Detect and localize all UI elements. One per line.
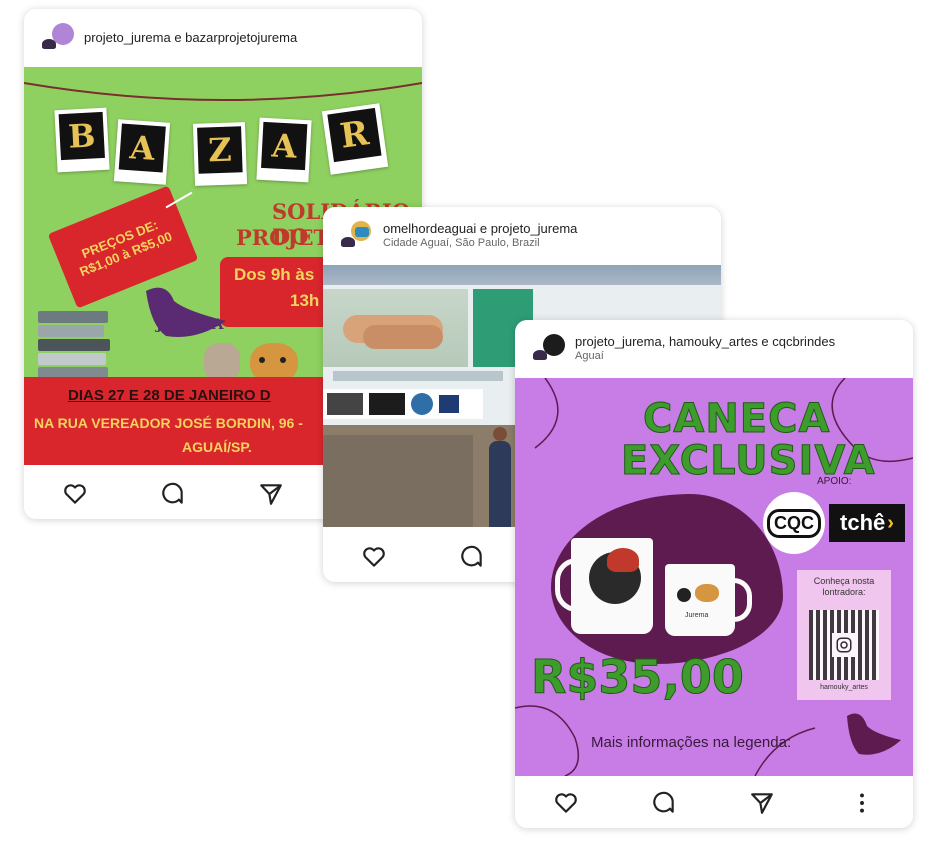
post-header: projeto_jurema e bazarprojetojurema: [24, 9, 422, 67]
share-icon: [260, 484, 282, 505]
heart-icon: [363, 547, 385, 567]
post-image-caneca: CANECA EXCLUSIVA APOIO: CQC tchê › Jurem…: [515, 378, 913, 776]
heart-icon: [64, 484, 86, 504]
qr-card: Conheça nosta lontradora: hamouky_artes: [797, 570, 891, 700]
mug-large: [555, 538, 653, 634]
post-actions: [515, 776, 913, 828]
share-button[interactable]: [258, 481, 284, 507]
handshake-image: [323, 289, 468, 367]
post-header: projeto_jurema, hamouky_artes e cqcbrind…: [515, 320, 913, 378]
price-label: R$35,00: [531, 650, 745, 705]
letter-card: A: [256, 117, 312, 183]
more-options-button[interactable]: [849, 790, 875, 816]
jurema-logo-icon: [847, 713, 901, 755]
like-button[interactable]: [361, 544, 387, 570]
post-username[interactable]: projeto_jurema, hamouky_artes e cqcbrind…: [575, 334, 835, 350]
comment-icon: [162, 482, 183, 504]
cat-image: [204, 343, 240, 379]
like-button[interactable]: [553, 790, 579, 816]
post-location[interactable]: Cidade Aguaí, São Paulo, Brazil: [383, 237, 577, 250]
more-icon: [860, 793, 864, 813]
post-header: omelhordeaguai e projeto_jurema Cidade A…: [323, 207, 721, 265]
avatar[interactable]: [40, 21, 74, 55]
avatar[interactable]: [531, 332, 565, 366]
heart-icon: [555, 793, 577, 813]
clothes-stack: [38, 311, 110, 379]
caption-hint: Mais informações na legenda:: [591, 734, 792, 751]
mug-small: Jurema: [665, 564, 752, 636]
comment-button[interactable]: [459, 544, 485, 570]
sponsor-cqc-logo: CQC: [763, 492, 825, 554]
comment-button[interactable]: [160, 481, 186, 507]
letter-card: R: [321, 103, 389, 175]
avatar[interactable]: [339, 219, 373, 253]
like-button[interactable]: [62, 481, 88, 507]
qr-code-image[interactable]: [809, 610, 879, 680]
bird-logo-icon: [146, 287, 226, 337]
post-username[interactable]: omelhordeaguai e projeto_jurema: [383, 221, 577, 237]
share-button[interactable]: [749, 790, 775, 816]
letter-card: Z: [192, 122, 248, 186]
share-icon: [751, 793, 773, 814]
comment-button[interactable]: [651, 790, 677, 816]
comment-icon: [461, 545, 482, 567]
post-card-caneca: projeto_jurema, hamouky_artes e cqcbrind…: [515, 320, 913, 828]
post-username[interactable]: projeto_jurema e bazarprojetojurema: [84, 30, 297, 46]
comment-icon: [653, 791, 674, 813]
sponsor-tche-logo: tchê ›: [829, 504, 905, 542]
letter-card: B: [54, 107, 110, 173]
instagram-icon: [836, 637, 852, 653]
apoio-label: APOIO:: [817, 476, 852, 487]
sponsor-strip: [323, 389, 483, 419]
post-location[interactable]: Aguaí: [575, 350, 835, 363]
caneca-title: CANECA: [642, 396, 831, 443]
letter-card: A: [113, 119, 171, 185]
person-image: [489, 427, 511, 527]
